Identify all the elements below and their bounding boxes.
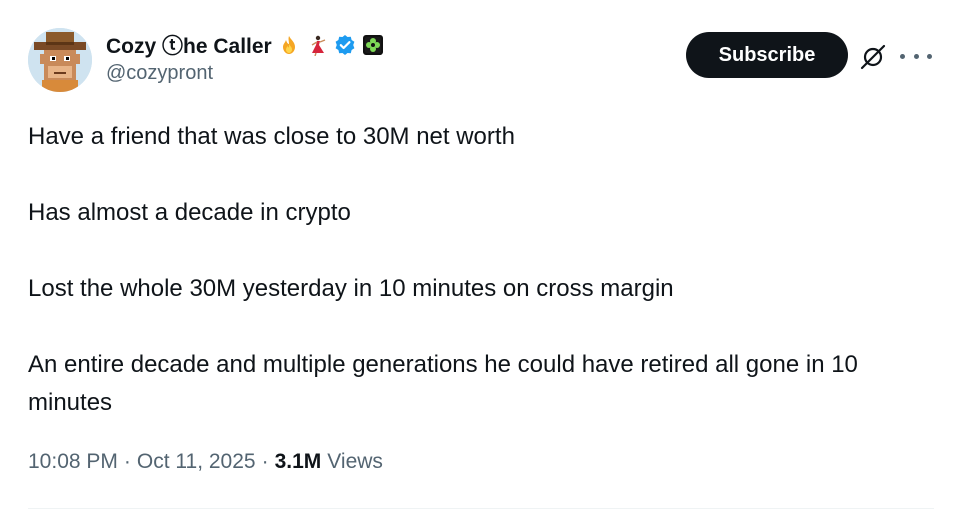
views-label: Views — [327, 450, 383, 473]
flower-badge-icon[interactable] — [362, 34, 384, 56]
tweet-paragraph: Have a friend that was close to 30M net … — [28, 123, 515, 150]
tweet-time[interactable]: 10:08 PM — [28, 450, 118, 474]
more-dot — [900, 53, 905, 59]
subscribe-button[interactable]: Subscribe — [686, 32, 848, 78]
name-row: Cozy ⓣhe Caller — [106, 30, 384, 60]
divider — [28, 508, 934, 509]
more-icon[interactable] — [900, 44, 932, 68]
author-info: Cozy ⓣhe Caller @cozypront — [106, 30, 384, 85]
tweet-card: Cozy ⓣhe Caller @cozypront Subscribe Hav… — [0, 0, 962, 516]
handle[interactable]: @cozypront — [106, 62, 384, 85]
tweet-text: Have a friend that was close to 30M net … — [28, 118, 938, 422]
verified-badge-icon[interactable] — [334, 34, 356, 56]
dancer-icon — [306, 34, 328, 56]
tweet-paragraph: Lost the whole 30M yesterday in 10 minut… — [28, 275, 674, 302]
tweet-date[interactable]: Oct 11, 2025 — [137, 450, 256, 474]
more-dot — [913, 53, 919, 59]
grok-icon[interactable] — [858, 42, 888, 72]
meta-separator: · — [123, 450, 131, 473]
tweet-paragraph: An entire decade and multiple generation… — [28, 351, 858, 416]
fire-icon — [278, 34, 300, 56]
meta-separator: · — [261, 450, 269, 473]
views-count[interactable]: 3.1M — [275, 450, 322, 474]
avatar[interactable] — [28, 28, 92, 92]
more-dot — [927, 53, 932, 59]
tweet-paragraph: Has almost a decade in crypto — [28, 199, 351, 226]
display-name[interactable]: Cozy ⓣhe Caller — [106, 30, 272, 60]
avatar-image — [28, 28, 92, 92]
tweet-metadata: 10:08 PM · Oct 11, 2025 · 3.1M Views — [28, 450, 383, 474]
